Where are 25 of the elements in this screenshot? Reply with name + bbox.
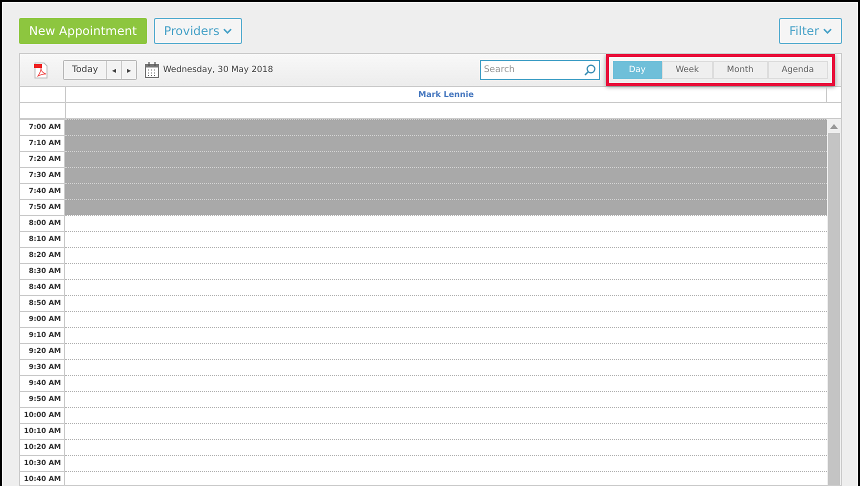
time-slot[interactable] <box>65 135 827 151</box>
chevron-icon <box>823 28 832 34</box>
next-button[interactable]: ▸ <box>122 61 136 79</box>
filter-button[interactable]: Filter <box>779 18 842 44</box>
time-slot[interactable] <box>65 183 827 199</box>
chevron-icon <box>223 28 232 34</box>
time-slot[interactable] <box>65 151 827 167</box>
previous-button[interactable]: ◂ <box>107 61 122 79</box>
today-button[interactable]: Today <box>64 61 108 79</box>
time-slot[interactable] <box>65 199 827 215</box>
date-label: Wednesday, 30 May 2018 <box>163 65 274 75</box>
pdf-icon[interactable] <box>34 62 48 78</box>
provider-header: Mark Lennie <box>66 87 827 102</box>
scroll-up-icon[interactable] <box>830 124 838 129</box>
time-slot[interactable] <box>65 167 827 183</box>
view-tab[interactable]: Week <box>662 61 713 79</box>
search-field[interactable]: Search <box>480 60 600 80</box>
scroll-thumb[interactable] <box>828 133 840 485</box>
scrollbar[interactable] <box>827 119 841 485</box>
time-slot[interactable] <box>65 119 827 135</box>
search-icon[interactable] <box>584 64 596 76</box>
view-tab[interactable]: Agenda <box>768 61 828 79</box>
view-tab[interactable]: Month <box>712 61 768 79</box>
providers-button[interactable]: Providers <box>154 18 242 44</box>
calendar-icon[interactable] <box>145 62 160 78</box>
